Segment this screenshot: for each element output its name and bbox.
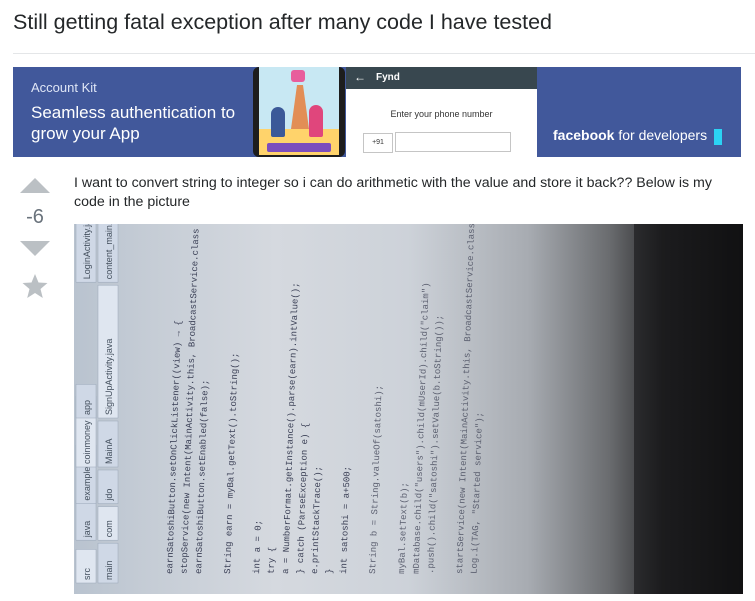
ad-banner[interactable]: Account Kit Seamless authentication to g… [13,67,741,157]
facebook-developers-logo: facebook for developers [553,127,707,143]
app-name: Fynd [376,72,400,83]
photo-shadow [634,224,743,594]
ide-tab-label: main [104,560,114,580]
title-divider [13,53,755,54]
code-line: earnSatoshiButton.setEnabled(false); [194,379,211,574]
person-illustration [309,105,323,137]
code-photo[interactable]: src main java com example jdo coinmoney MainA ap… [74,224,743,594]
code-line: try { [267,547,278,574]
ide-tab-label: content_main.xml [104,224,114,279]
app-bar: ← Fynd [346,67,537,89]
ide-tab-label: example [82,467,92,501]
downvote-arrow-icon[interactable] [20,241,50,256]
phone-number-field [395,132,511,152]
ide-tab-label: app [82,400,92,415]
ide-tab-label: src [82,568,92,580]
ide-tab-label: coinmoney [82,420,92,464]
ad-phone-illustration [253,67,345,157]
question-title[interactable]: Still getting fatal exception after many… [13,8,743,36]
sign-in-button-illustration [267,143,331,152]
code-line: int satoshi = a+500; [339,466,353,574]
brand-cursor-icon [714,129,722,145]
country-code-field: +91 [363,133,393,153]
code-line: String earn = myBal.getText().toString()… [223,352,241,574]
ad-phone-screen [259,67,339,155]
ide-tab-label: java [82,521,92,539]
app-logo-icon [291,70,305,82]
brand-name: facebook [553,127,615,143]
code-line: Log.i(TAG, "Started service"); [470,412,486,574]
back-arrow-icon: ← [354,70,366,84]
brand-sub: for developers [618,127,708,143]
vote-count: -6 [26,206,44,228]
phone-form: Enter your phone number +91 [346,89,537,157]
code-photo-drawing: src main java com example jdo coinmoney MainA ap… [75,224,743,594]
favorite-star-icon[interactable] [22,273,48,299]
code-line: e.printStackTrace(); [310,466,324,574]
question-body: I want to convert string to integer so i… [74,175,712,210]
ide-tab-label: SignUpActivity.java [104,339,114,415]
ad-headline: Seamless authentication to grow your App [31,103,236,143]
ide-tab-label: LoginActivity.java [82,224,92,279]
phone-prompt: Enter your phone number [390,109,493,119]
code-line: myBal.setText(b); [397,482,410,574]
ide-tab-label: jdo [104,489,114,502]
ide-tab-label: com [104,520,114,537]
ad-phone-login-screen: ← Fynd Enter your phone number +91 [346,67,537,157]
ide-tab-label: MainA [104,438,114,464]
code-line: int a = 0; [252,520,264,574]
person-illustration [271,107,285,137]
ad-product-name: Account Kit [31,80,97,95]
code-line: } catch (ParseException e) { [296,423,311,574]
code-line: } [325,568,335,574]
upvote-arrow-icon[interactable] [20,178,50,193]
code-line: String b = String.valueOf(satoshi); [368,385,385,574]
